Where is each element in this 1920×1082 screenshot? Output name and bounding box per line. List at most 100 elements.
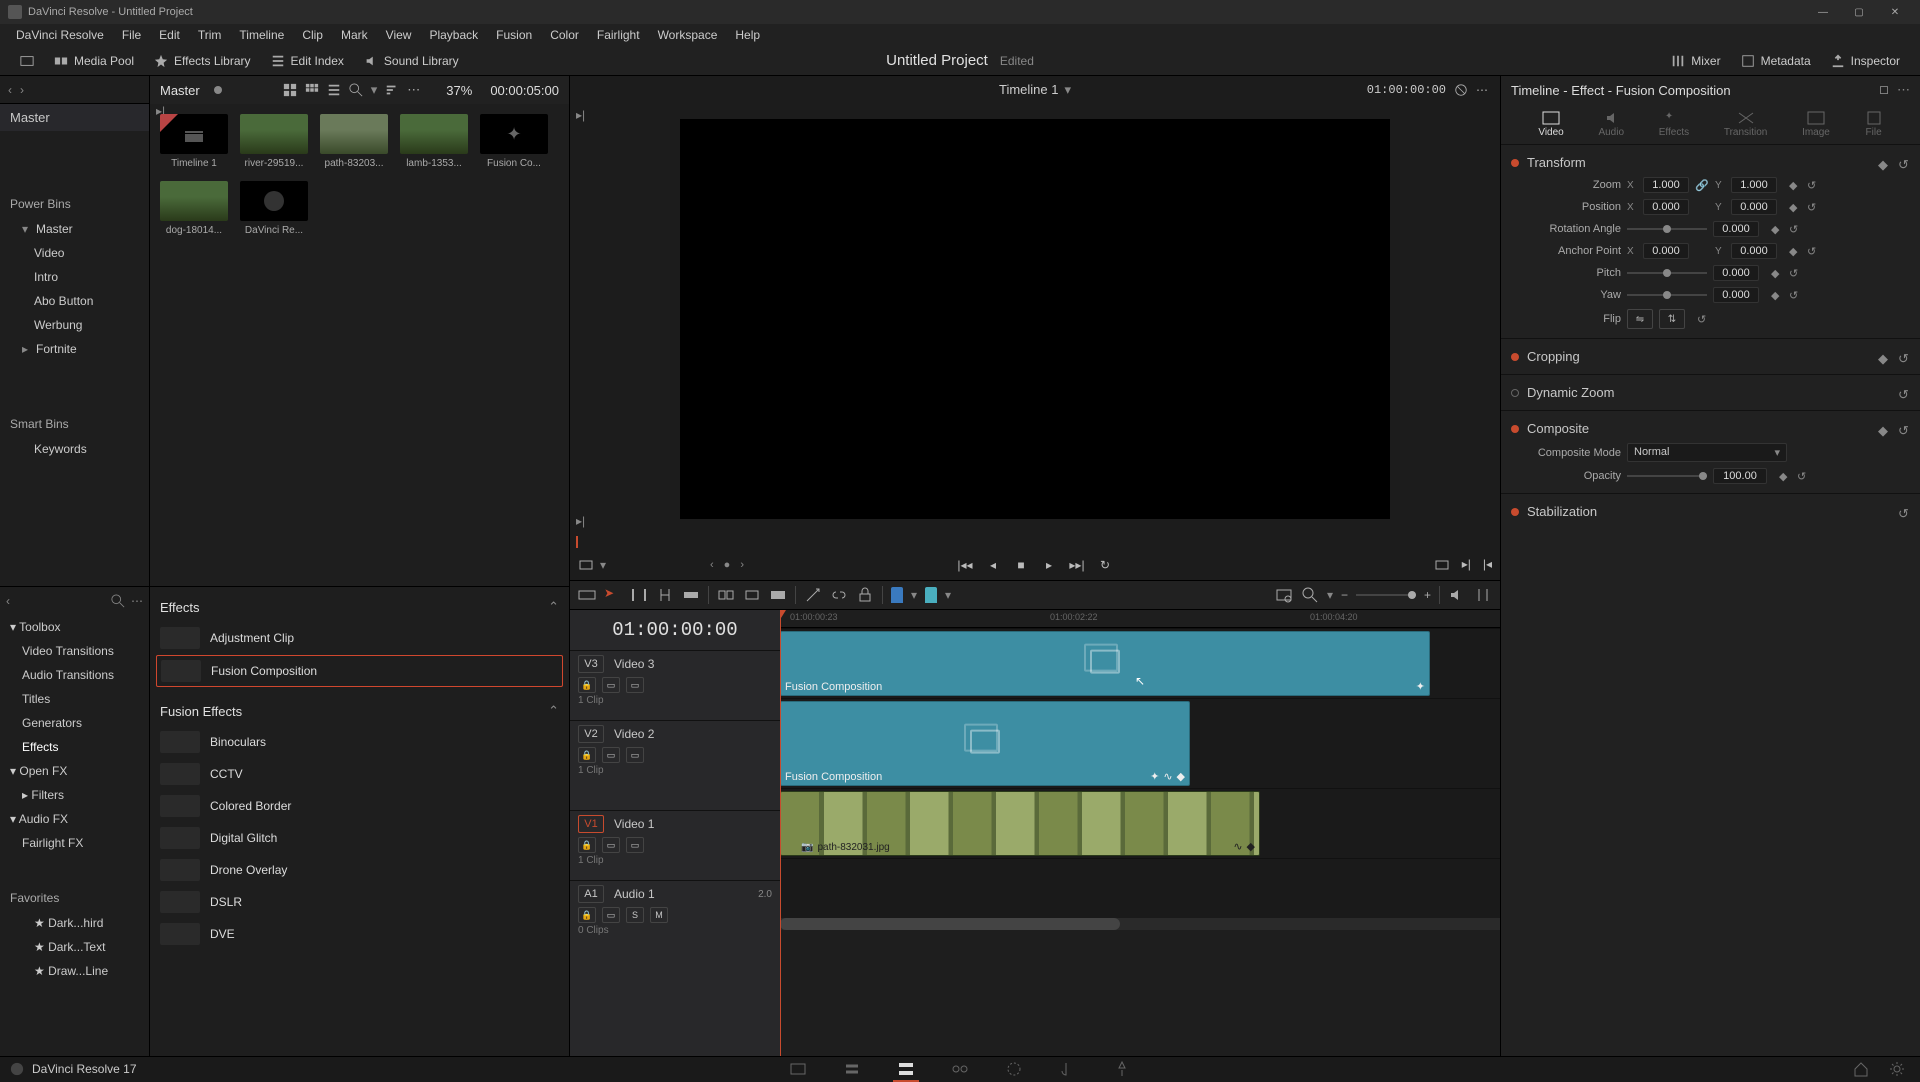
rotation-slider[interactable] [1627,228,1707,230]
fusion-effects-header[interactable]: Fusion Effects⌃ [156,697,563,725]
menu-item[interactable]: Workspace [650,26,726,44]
insert-icon[interactable] [717,586,735,604]
effect-item[interactable]: DSLR [156,887,563,917]
arm-icon[interactable]: ▭ [602,907,620,923]
zoom-to-fit-icon[interactable] [1301,586,1319,604]
flip-h-button[interactable]: ⇋ [1627,309,1653,329]
effect-item[interactable]: Drone Overlay [156,855,563,885]
menu-item[interactable]: Playback [421,26,486,44]
tab-audio[interactable]: Audio [1598,111,1624,138]
lock-icon[interactable] [856,586,874,604]
favorite-item[interactable]: ★ Dark...Text [0,935,149,959]
options-icon[interactable]: ⋯ [131,594,143,608]
media-thumb[interactable]: lamb-1353... [400,114,468,169]
menu-item[interactable]: File [114,26,149,44]
bin-werbung[interactable]: Werbung [0,313,149,337]
detail-view-icon[interactable] [327,83,341,97]
media-thumb[interactable]: DaVinci Re... [240,181,308,236]
blade-tool[interactable] [682,586,700,604]
cropping-header[interactable]: Cropping [1527,349,1580,364]
track-a1[interactable] [780,858,1500,918]
trim-tool[interactable] [630,586,648,604]
lock-track-icon[interactable]: 🔒 [578,677,596,693]
match-frame-icon[interactable] [1434,557,1450,573]
effect-item-selected[interactable]: Fusion Composition [156,655,563,687]
sound-library-toggle[interactable]: Sound Library [354,50,469,72]
effect-item[interactable]: Digital Glitch [156,823,563,853]
inspector-options-icon[interactable]: ⋯ [1897,82,1910,98]
settings-icon[interactable] [1888,1060,1906,1078]
stop-button[interactable]: ■ [1010,554,1032,576]
yaw-input[interactable]: 0.000 [1713,287,1759,303]
audio-meter-icon[interactable] [1448,586,1466,604]
auto-select-icon[interactable]: ▭ [602,837,620,853]
reset-icon[interactable]: ↺ [1807,179,1819,191]
find-icon[interactable] [1275,586,1293,604]
tab-transition[interactable]: Transition [1724,111,1768,138]
keyframe-icon[interactable]: ◆ [1779,470,1791,482]
search-icon[interactable] [111,594,125,608]
effects-header[interactable]: Effects⌃ [156,593,563,621]
media-pool-toggle[interactable]: Media Pool [44,50,144,72]
keyframe-icon[interactable]: ◆ [1878,157,1890,169]
tab-image[interactable]: Image [1802,111,1830,138]
fairlight-fx[interactable]: Fairlight FX [0,831,149,855]
clip-fusion-v3[interactable]: Fusion Composition ✦ ↖ [780,631,1430,696]
toolbox-titles[interactable]: Titles [0,687,149,711]
media-thumb[interactable]: dog-18014... [160,181,228,236]
solo-button[interactable]: S [626,907,644,923]
favorite-item[interactable]: ★ Dark...hird [0,911,149,935]
media-thumb[interactable]: ✦Fusion Co... [480,114,548,169]
zoom-percent[interactable]: 37% [446,83,472,98]
tab-video[interactable]: Video [1538,111,1563,138]
effect-item[interactable]: DVE [156,919,563,949]
zoom-in-icon[interactable]: + [1424,588,1431,602]
list-view-icon[interactable] [283,83,297,97]
dynamic-zoom-header[interactable]: Dynamic Zoom [1527,385,1614,400]
reset-icon[interactable]: ↺ [1898,351,1910,363]
timeline-view-icon[interactable] [578,586,596,604]
metadata-toggle[interactable]: Metadata [1731,50,1821,72]
last-frame-button[interactable]: ▸▸| [1066,554,1088,576]
reset-icon[interactable]: ↺ [1789,267,1801,279]
fusion-page-icon[interactable] [951,1060,969,1078]
bin-fortnite[interactable]: ▸Fortnite [0,337,149,361]
anchor-x-input[interactable]: 0.000 [1643,243,1689,259]
yaw-slider[interactable] [1627,294,1707,296]
sort-icon[interactable] [385,83,399,97]
track-header-v2[interactable]: V2Video 2 🔒▭▭ 1 Clip [570,720,780,810]
viewer-scrubber[interactable] [570,534,1500,550]
media-thumb[interactable]: Timeline 1 [160,114,228,169]
pitch-input[interactable]: 0.000 [1713,265,1759,281]
zoom-out-icon[interactable]: − [1341,588,1348,602]
master-bin[interactable]: Master [0,104,149,131]
auto-select-icon[interactable]: ▭ [602,747,620,763]
clip-video-v1[interactable]: 📷path-832031.jpg ∿◆ [780,791,1260,856]
menu-item[interactable]: View [378,26,420,44]
menu-item[interactable]: Trim [190,26,230,44]
enable-dot[interactable] [1511,508,1519,516]
overwrite-icon[interactable] [743,586,761,604]
keyframe-icon[interactable]: ◆ [1878,423,1890,435]
clip-fusion-v2[interactable]: Fusion Composition ✦∿◆ [780,701,1190,786]
enable-dot[interactable] [1511,353,1519,361]
color-page-icon[interactable] [1005,1060,1023,1078]
pitch-slider[interactable] [1627,272,1707,274]
enable-dot[interactable] [1511,389,1519,397]
keyframe-icon[interactable]: ◆ [1878,351,1890,363]
menu-item[interactable]: Clip [294,26,331,44]
effects-library-toggle[interactable]: Effects Library [144,50,260,72]
reset-icon[interactable]: ↺ [1797,470,1809,482]
collapse-icon[interactable]: › [20,83,32,97]
disable-track-icon[interactable]: ▭ [626,747,644,763]
disable-track-icon[interactable]: ▭ [626,837,644,853]
play-button[interactable]: ▸ [1038,554,1060,576]
timeline-ruler[interactable]: 01:00:00:23 01:00:02:22 01:00:04:20 [780,610,1500,628]
bin-intro[interactable]: Intro [0,265,149,289]
favorite-item[interactable]: ★ Draw...Line [0,959,149,983]
expand-icon[interactable]: ‹ [8,83,20,97]
keyframe-icon[interactable]: ◆ [1789,245,1801,257]
enable-dot[interactable] [1511,159,1519,167]
effect-item[interactable]: Binoculars [156,727,563,757]
search-icon[interactable] [349,83,363,97]
